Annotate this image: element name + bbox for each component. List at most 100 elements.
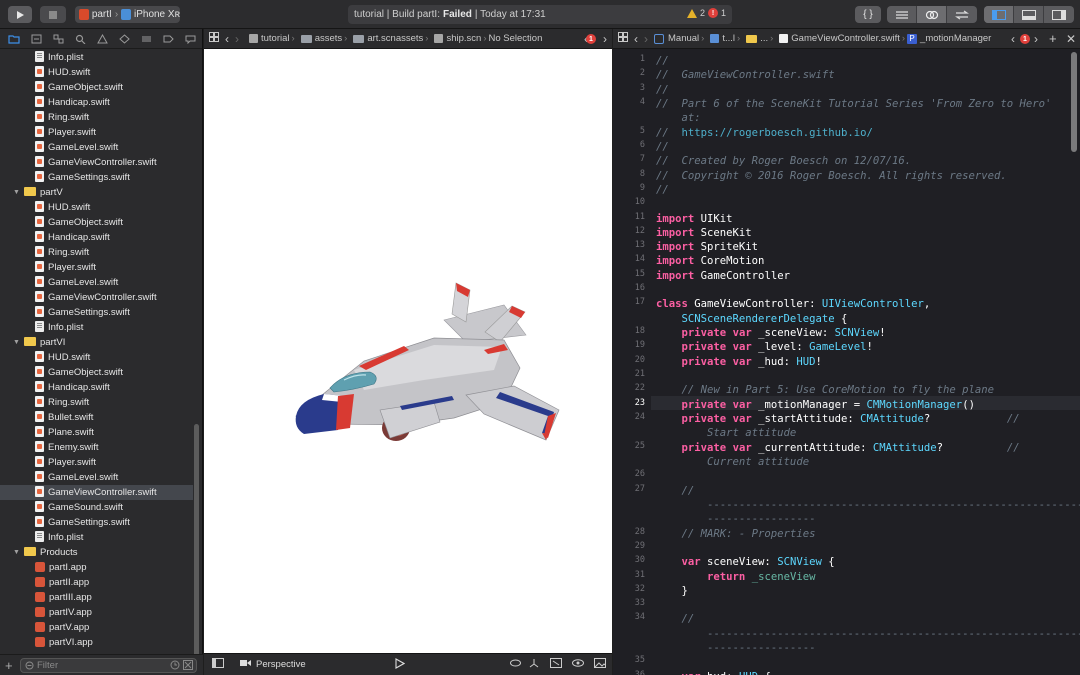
prev-issue-icon[interactable]: ‹: [1011, 32, 1015, 46]
file-row[interactable]: Bullet.swift: [0, 410, 193, 425]
issue-icon[interactable]: [91, 33, 113, 44]
file-row[interactable]: GameLevel.swift: [0, 140, 193, 155]
folder-row[interactable]: ▼ Products: [0, 545, 193, 560]
file-row[interactable]: HUD.swift: [0, 350, 193, 365]
file-row[interactable]: GameViewController.swift: [0, 290, 193, 305]
disclosure-triangle-icon[interactable]: ▼: [13, 335, 20, 350]
braces-icon[interactable]: { }: [855, 6, 881, 23]
file-row[interactable]: partV.app: [0, 620, 193, 635]
jump-item[interactable]: t...l: [722, 33, 735, 44]
file-row[interactable]: GameLevel.swift: [0, 470, 193, 485]
file-row[interactable]: GameObject.swift: [0, 365, 193, 380]
recent-icon[interactable]: [170, 660, 180, 670]
file-row[interactable]: Enemy.swift: [0, 440, 193, 455]
file-row[interactable]: partIV.app: [0, 605, 193, 620]
file-row[interactable]: GameLevel.swift: [0, 275, 193, 290]
disclosure-triangle-icon[interactable]: ▼: [13, 545, 20, 560]
file-row[interactable]: Ring.swift: [0, 245, 193, 260]
play-scene-icon[interactable]: [395, 657, 406, 672]
error-icon[interactable]: !: [707, 8, 718, 18]
report-icon[interactable]: [180, 34, 202, 44]
search-icon[interactable]: [69, 34, 91, 44]
jump-item-selection[interactable]: No Selection: [489, 33, 543, 44]
jump-item-symbol[interactable]: _motionManager: [920, 33, 991, 44]
file-row[interactable]: partI.app: [0, 560, 193, 575]
jump-item[interactable]: ...: [760, 33, 768, 44]
debug-toggle-icon[interactable]: [1014, 6, 1044, 23]
file-row[interactable]: GameSettings.swift: [0, 515, 193, 530]
folder-icon[interactable]: [3, 34, 25, 44]
transform-icon[interactable]: [529, 658, 539, 671]
code-token[interactable]: https://rogerboesch.github.io/: [682, 127, 873, 139]
next-issue-icon[interactable]: ›: [603, 32, 607, 46]
file-row[interactable]: Player.swift: [0, 125, 193, 140]
jump-item[interactable]: assets: [315, 33, 342, 44]
disclosure-triangle-icon[interactable]: ▼: [13, 185, 20, 200]
file-row[interactable]: GameSettings.swift: [0, 170, 193, 185]
scene-viewport[interactable]: [204, 50, 612, 653]
file-row[interactable]: Handicap.swift: [0, 380, 193, 395]
folder-row[interactable]: ▼ partV: [0, 185, 193, 200]
file-row[interactable]: GameObject.swift: [0, 80, 193, 95]
file-row[interactable]: partII.app: [0, 575, 193, 590]
run-button[interactable]: [8, 6, 32, 23]
close-icon[interactable]: ✕: [1066, 32, 1076, 46]
fit-icon[interactable]: [550, 658, 562, 671]
warning-icon[interactable]: [686, 8, 697, 18]
scm-filter-icon[interactable]: [183, 660, 193, 670]
error-icon[interactable]: 1: [1020, 34, 1030, 44]
jump-item[interactable]: ship.scn: [446, 33, 481, 44]
filter-input[interactable]: Filter: [20, 657, 197, 673]
breakpoint-icon[interactable]: [158, 34, 180, 44]
jump-item[interactable]: GameViewController.swift: [791, 33, 900, 44]
scheme-selector[interactable]: partI › iPhone Xʀ: [75, 6, 180, 23]
file-row[interactable]: partVI.app: [0, 635, 193, 650]
file-row[interactable]: partIII.app: [0, 590, 193, 605]
code-scrollbar[interactable]: [1071, 52, 1077, 152]
file-row[interactable]: GameViewController.swift: [0, 485, 193, 500]
file-row[interactable]: Info.plist: [0, 530, 193, 545]
outline-toggle-icon[interactable]: [212, 658, 224, 671]
source-control-icon[interactable]: [25, 34, 47, 44]
related-items-icon[interactable]: [618, 32, 628, 45]
related-items-icon[interactable]: [209, 32, 219, 45]
symbol-icon[interactable]: [47, 34, 69, 44]
forward-arrow-icon[interactable]: ›: [644, 32, 648, 46]
file-row[interactable]: Handicap.swift: [0, 230, 193, 245]
inspector-toggle-icon[interactable]: [1044, 6, 1074, 23]
file-row[interactable]: Plane.swift: [0, 425, 193, 440]
back-arrow-icon[interactable]: ‹: [634, 32, 638, 46]
file-row[interactable]: GameSound.swift: [0, 500, 193, 515]
image-icon[interactable]: [594, 658, 606, 671]
file-row[interactable]: Handicap.swift: [0, 95, 193, 110]
camera-selector[interactable]: Perspective: [256, 659, 306, 670]
jump-item[interactable]: Manual: [668, 33, 699, 44]
jump-item[interactable]: art.scnassets: [367, 33, 423, 44]
file-row[interactable]: HUD.swift: [0, 65, 193, 80]
file-row[interactable]: Ring.swift: [0, 110, 193, 125]
library-button[interactable]: { }: [855, 6, 881, 23]
file-row[interactable]: GameViewController.swift: [0, 155, 193, 170]
add-icon[interactable]: +: [5, 658, 13, 673]
jump-item[interactable]: tutorial: [261, 33, 290, 44]
next-issue-icon[interactable]: ›: [1034, 32, 1038, 46]
file-row[interactable]: Ring.swift: [0, 395, 193, 410]
file-row[interactable]: Player.swift: [0, 260, 193, 275]
back-arrow-icon[interactable]: ‹: [225, 32, 229, 46]
file-row[interactable]: GameSettings.swift: [0, 305, 193, 320]
source-text[interactable]: //// GameViewController.swift//// Part 6…: [656, 50, 1080, 675]
eye-icon[interactable]: [572, 659, 584, 670]
ship-model[interactable]: [204, 50, 612, 653]
activity-view[interactable]: tutorial | Build partI: Failed | Today a…: [348, 5, 732, 24]
visibility-icon[interactable]: [510, 659, 521, 670]
forward-arrow-icon[interactable]: ›: [235, 32, 239, 46]
file-row[interactable]: Player.swift: [0, 455, 193, 470]
navigator-scrollbar[interactable]: [194, 424, 199, 675]
file-row[interactable]: HUD.swift: [0, 200, 193, 215]
file-row[interactable]: Info.plist: [0, 320, 193, 335]
test-icon[interactable]: [114, 33, 136, 44]
folder-row[interactable]: ▼ partVI: [0, 335, 193, 350]
error-icon[interactable]: 1: [586, 34, 596, 44]
assistant-editor-icon[interactable]: [917, 6, 947, 23]
version-editor-icon[interactable]: [947, 6, 977, 23]
